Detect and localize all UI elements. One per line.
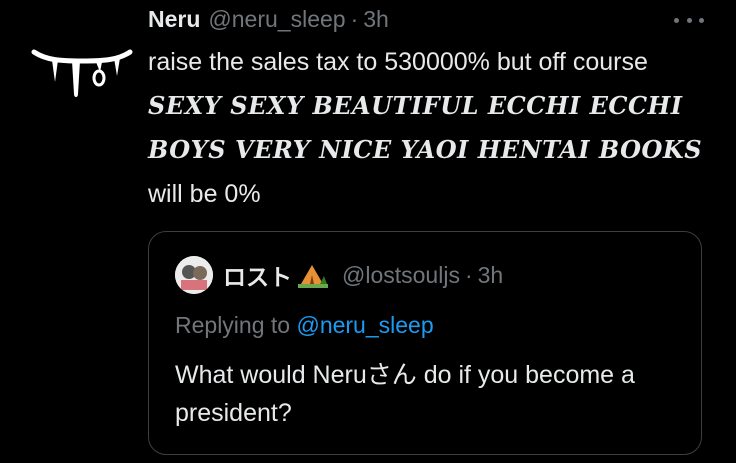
separator-dot: · <box>350 6 359 32</box>
replying-label: Replying to <box>175 312 291 338</box>
replying-to-line: Replying to @neru_sleep <box>175 312 434 339</box>
dripping-fangs-logo-icon <box>31 49 133 97</box>
quoted-tweet-header: ロスト @lostsouljs · 3h <box>175 256 503 294</box>
more-options-button[interactable] <box>674 10 704 30</box>
camping-tent-icon <box>298 265 328 288</box>
quoted-tweet-card[interactable]: ロスト @lostsouljs · 3h Replying to @neru_s… <box>148 231 702 455</box>
more-dot <box>686 17 692 23</box>
separator-dot: · <box>464 261 473 288</box>
tweet-text-emphasis: SEXY SEXY BEAUTIFUL ECCHI ECCHI BOYS VER… <box>148 91 703 164</box>
author-handle[interactable]: @neru_sleep <box>208 6 345 33</box>
quoted-tweet-text: What would Neruさん do if you become a pre… <box>175 361 635 427</box>
tweet-timestamp[interactable]: 3h <box>363 6 389 33</box>
quoted-tweet-timestamp[interactable]: 3h <box>478 262 504 289</box>
replying-mention-link[interactable]: @neru_sleep <box>296 312 433 338</box>
author-name[interactable]: Neru <box>148 6 200 33</box>
quoted-author-name[interactable]: ロスト <box>223 258 292 292</box>
more-dot <box>674 17 679 23</box>
quoted-author-avatar[interactable] <box>175 256 213 294</box>
tweet-text-part1: raise the sales tax to 530000% but off c… <box>148 48 648 76</box>
quoted-author-handle[interactable]: @lostsouljs <box>342 262 460 289</box>
tweet-text-part2: will be 0% <box>148 180 261 208</box>
author-avatar[interactable] <box>30 38 134 108</box>
tweet-header: Neru @neru_sleep · 3h <box>148 6 389 36</box>
character-avatar-icon <box>175 256 213 294</box>
more-dot <box>699 17 704 23</box>
tweet-text: raise the sales tax to 530000% but off c… <box>148 40 708 216</box>
